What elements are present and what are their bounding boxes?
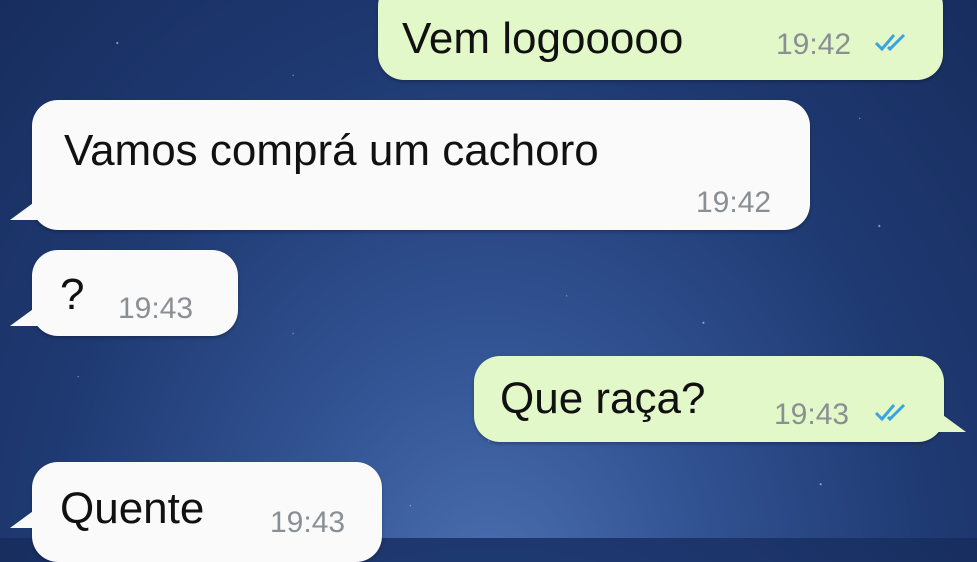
message-text: Vem logooooo (402, 14, 684, 63)
message-bubble-incoming[interactable]: Vamos comprá um cachoro 19:42 (10, 100, 810, 230)
message-bubble-outgoing[interactable]: Vem logooooo 19:42 (378, 0, 943, 80)
message-bubble-incoming[interactable]: ? 19:43 (10, 250, 238, 336)
message-text: Quente (60, 484, 205, 533)
double-check-icon (874, 403, 906, 422)
message-text: ? (60, 270, 85, 319)
message-bubble-incoming[interactable]: Quente 19:43 (10, 462, 382, 562)
bubble-tail (10, 304, 40, 326)
message-time: 19:43 (270, 506, 346, 539)
message-text: Vamos comprá um cachoro (64, 126, 599, 175)
bubble-tail (936, 410, 966, 432)
message-text: Que raça? (500, 374, 706, 423)
message-time: 19:43 (118, 292, 194, 325)
message-bubble-outgoing[interactable]: Que raça? 19:43 (474, 356, 966, 442)
message-time: 19:43 (774, 398, 850, 431)
message-time: 19:42 (696, 186, 772, 219)
bubble-tail (10, 198, 40, 220)
message-time: 19:42 (776, 28, 852, 61)
bubble-tail (10, 506, 40, 528)
double-check-icon (874, 33, 906, 52)
